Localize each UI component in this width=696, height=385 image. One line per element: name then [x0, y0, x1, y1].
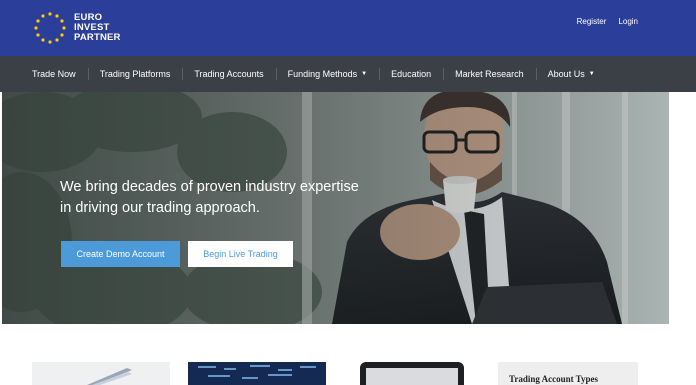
- hero-heading-line-2: in driving our trading approach.: [60, 200, 260, 216]
- create-demo-account-button[interactable]: Create Demo Account: [61, 241, 180, 267]
- begin-live-trading-button[interactable]: Begin Live Trading: [188, 241, 293, 267]
- card-trading-platforms-image[interactable]: [32, 362, 170, 385]
- hero-heading: We bring decades of proven industry expe…: [60, 177, 360, 219]
- nav-item-label: About Us: [547, 68, 585, 79]
- main-nav: Trade Now Trading Platforms Trading Acco…: [0, 56, 696, 92]
- card-market-data-image[interactable]: [188, 362, 326, 385]
- nav-item-market-research[interactable]: Market Research: [443, 56, 536, 92]
- nav-item-trade-now[interactable]: Trade Now: [20, 56, 88, 92]
- eu-stars-icon: [34, 12, 66, 44]
- card-account-types[interactable]: Trading Account Types: [498, 362, 638, 385]
- top-header: EURO INVEST PARTNER Register Login: [0, 0, 696, 56]
- nav-item-label: Funding Methods: [287, 68, 358, 79]
- login-link[interactable]: Login: [618, 17, 638, 26]
- logo-line-3: PARTNER: [74, 32, 121, 43]
- chevron-down-icon: ▼: [588, 71, 595, 78]
- register-link[interactable]: Register: [577, 17, 607, 26]
- nav-item-trading-platforms[interactable]: Trading Platforms: [87, 56, 183, 92]
- euro-invest-partner-logo[interactable]: EURO INVEST PARTNER: [32, 10, 142, 46]
- stock-ticker-image: [198, 365, 316, 379]
- nav-item-label: Trading Accounts: [194, 69, 264, 79]
- auth-links: Register Login: [577, 17, 638, 26]
- hero-banner: We bring decades of proven industry expe…: [2, 92, 669, 324]
- nav-item-label: Trade Now: [32, 69, 76, 79]
- nav-item-about-us[interactable]: About Us ▼: [535, 56, 607, 93]
- card-laptop-image[interactable]: [360, 362, 464, 385]
- nav-item-label: Education: [391, 69, 432, 79]
- nav-item-funding-methods[interactable]: Funding Methods ▼: [275, 56, 380, 93]
- laptop-image: [366, 368, 458, 385]
- nav-item-trading-accounts[interactable]: Trading Accounts: [182, 56, 275, 92]
- nav-item-label: Market Research: [455, 69, 524, 79]
- nav-item-education[interactable]: Education: [379, 56, 443, 92]
- chevron-down-icon: ▼: [361, 71, 368, 78]
- nav-item-label: Trading Platforms: [99, 69, 171, 79]
- account-types-title: Trading Account Types: [509, 374, 599, 384]
- hero-heading-line-1: We bring decades of proven industry expe…: [60, 179, 359, 195]
- logo-wordmark: EURO INVEST PARTNER: [74, 13, 121, 43]
- tablet-image: [87, 368, 132, 385]
